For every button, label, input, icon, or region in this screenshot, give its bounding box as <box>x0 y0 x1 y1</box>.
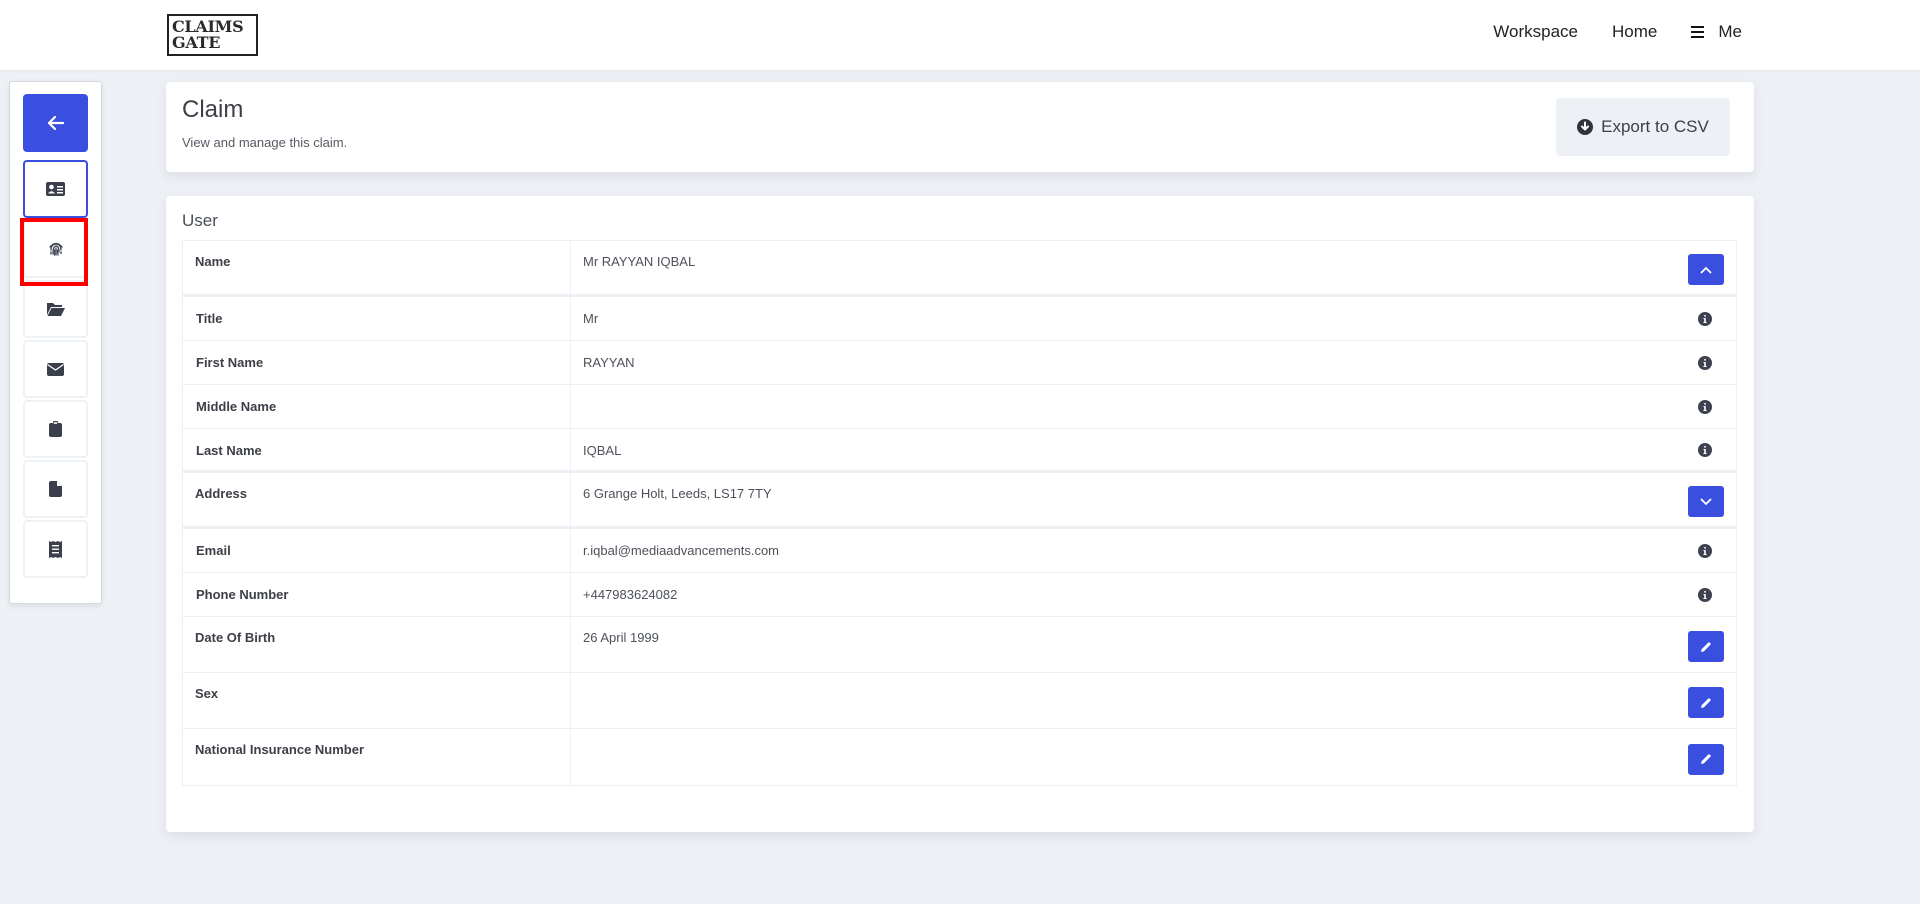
nav-workspace-label: Workspace <box>1493 22 1579 41</box>
table-row-middle-name: Middle Name <box>183 385 1736 429</box>
row-label: Name <box>183 241 571 294</box>
sidebar-item-user-details[interactable] <box>23 160 88 218</box>
back-button[interactable] <box>23 94 88 152</box>
row-label: Phone Number <box>183 573 571 616</box>
clipboard-icon <box>49 421 62 437</box>
table-row-address: Address 6 Grange Holt, Leeds, LS17 7TY <box>183 473 1736 529</box>
pencil-icon <box>1701 641 1711 652</box>
user-details-table: Name Mr RAYYAN IQBAL Title Mr First Name… <box>182 240 1737 786</box>
sidebar-item-identity[interactable] <box>23 220 88 278</box>
chevron-down-icon <box>1700 498 1712 505</box>
folder-open-icon <box>46 303 65 316</box>
row-value: Mr RAYYAN IQBAL <box>583 254 696 269</box>
row-label: Middle Name <box>183 385 571 428</box>
logo-line-2: GATE <box>172 33 221 52</box>
table-row-title: Title Mr <box>183 297 1736 341</box>
chevron-up-icon <box>1700 266 1712 273</box>
claim-header-card: Claim View and manage this claim. Export… <box>166 82 1754 172</box>
row-label: Address <box>183 473 571 526</box>
edit-button[interactable] <box>1688 743 1724 775</box>
row-value: r.iqbal@mediaadvancements.com <box>583 543 780 558</box>
nav-home-label: Home <box>1612 22 1658 41</box>
info-icon[interactable] <box>1698 587 1712 602</box>
row-value: 6 Grange Holt, Leeds, LS17 7TY <box>583 486 772 501</box>
section-title-user: User <box>182 211 218 230</box>
download-circle-icon <box>1577 119 1594 135</box>
edit-button[interactable] <box>1688 631 1724 662</box>
table-row-first-name: First Name RAYYAN <box>183 341 1736 385</box>
row-value <box>571 729 1736 785</box>
sidebar-item-invoices[interactable] <box>23 520 88 578</box>
arrow-left-icon <box>47 116 64 130</box>
row-label: Date Of Birth <box>183 617 571 672</box>
table-row-phone-number: Phone Number +447983624082 <box>183 573 1736 617</box>
info-icon[interactable] <box>1698 399 1712 414</box>
table-row-last-name: Last Name IQBAL <box>183 429 1736 473</box>
sidebar-item-tasks[interactable] <box>23 400 88 458</box>
id-card-icon <box>46 182 65 196</box>
nav-workspace[interactable]: Workspace <box>1493 22 1578 42</box>
row-label: Email <box>183 529 571 572</box>
nav-me-menu[interactable]: Me <box>1691 22 1742 42</box>
row-value <box>571 385 1736 428</box>
main-nav: Workspace Home Me <box>1493 20 1742 44</box>
row-label: Sex <box>183 673 571 728</box>
top-navbar: CLAIMS GATE Workspace Home Me <box>0 0 1920 70</box>
row-value: Mr <box>583 311 599 326</box>
table-row-national-insurance-number: National Insurance Number <box>183 729 1736 785</box>
pencil-icon <box>1701 754 1711 764</box>
row-value: IQBAL <box>583 443 622 458</box>
page-subtitle: View and manage this claim. <box>182 135 348 150</box>
info-icon[interactable] <box>1698 355 1712 370</box>
user-card: User Name Mr RAYYAN IQBAL Title Mr First… <box>166 196 1754 832</box>
row-label: Title <box>183 297 571 340</box>
sidebar-item-documents[interactable] <box>23 280 88 338</box>
table-row-date-of-birth: Date Of Birth 26 April 1999 <box>183 617 1736 673</box>
page-title: Claim <box>182 96 244 123</box>
receipt-icon <box>49 540 62 558</box>
pencil-icon <box>1701 697 1711 708</box>
row-value: 26 April 1999 <box>583 630 659 645</box>
edit-button[interactable] <box>1688 687 1724 718</box>
fingerprint-icon <box>48 242 63 256</box>
table-row-email: Email r.iqbal@mediaadvancements.com <box>183 529 1736 573</box>
info-icon[interactable] <box>1698 442 1712 457</box>
sidebar-item-messages[interactable] <box>23 340 88 398</box>
row-value: RAYYAN <box>583 355 635 370</box>
hamburger-icon <box>1691 26 1705 38</box>
export-csv-label: Export to CSV <box>1601 117 1709 136</box>
envelope-icon <box>47 362 64 376</box>
claims-gate-logo[interactable]: CLAIMS GATE <box>167 14 258 56</box>
expand-button[interactable] <box>1688 486 1724 517</box>
table-row-sex: Sex <box>183 673 1736 729</box>
export-csv-button[interactable]: Export to CSV <box>1556 98 1730 156</box>
row-label: National Insurance Number <box>183 729 571 785</box>
collapse-button[interactable] <box>1688 254 1724 285</box>
table-row-name: Name Mr RAYYAN IQBAL <box>183 241 1736 297</box>
nav-home[interactable]: Home <box>1612 22 1657 42</box>
row-label: First Name <box>183 341 571 384</box>
sidebar-item-files[interactable] <box>23 460 88 518</box>
row-value: +447983624082 <box>583 587 678 602</box>
claim-sidebar <box>9 81 102 604</box>
info-icon[interactable] <box>1698 543 1712 558</box>
nav-me-label: Me <box>1718 22 1742 41</box>
file-icon <box>49 481 62 497</box>
row-value <box>571 673 1736 728</box>
info-icon[interactable] <box>1698 311 1712 326</box>
row-label: Last Name <box>183 429 571 470</box>
